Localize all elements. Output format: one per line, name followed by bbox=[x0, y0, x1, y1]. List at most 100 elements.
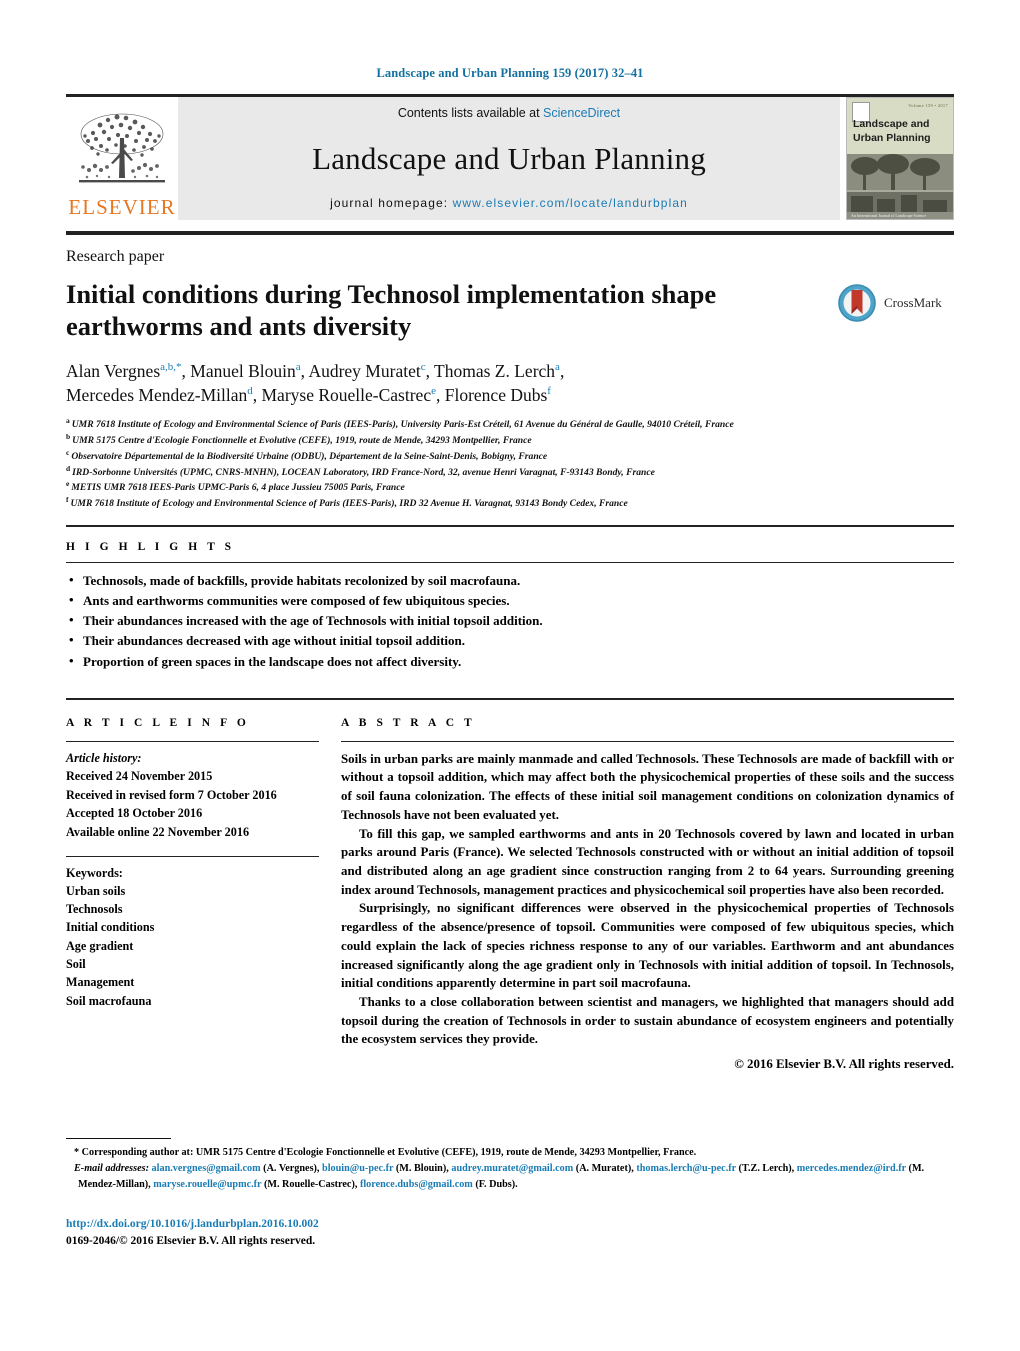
abstract-paragraph: Thanks to a close collaboration between … bbox=[341, 994, 954, 1047]
doi-block: http://dx.doi.org/10.1016/j.landurbplan.… bbox=[66, 1216, 319, 1251]
email-person: (M. Blouin), bbox=[395, 1163, 449, 1175]
affiliation-text: UMR 7618 Institute of Ecology and Enviro… bbox=[70, 498, 628, 510]
affiliation-mark: f bbox=[66, 495, 69, 505]
page-title: Initial conditions during Technosol impl… bbox=[66, 279, 717, 342]
footnote-separator-rule bbox=[66, 1138, 171, 1139]
email-link[interactable]: maryse.rouelle@upmc.fr bbox=[153, 1179, 261, 1190]
abstract-column: A B S T R A C T Soils in urban parks are… bbox=[341, 717, 954, 1074]
cover-photo-buildings: An International Journal of Landscape Sc… bbox=[847, 192, 953, 219]
cover-trees-illustration bbox=[847, 153, 953, 193]
abstract-copyright: © 2016 Elsevier B.V. All rights reserved… bbox=[734, 1057, 954, 1072]
article-info-heading: A R T I C L E I N F O bbox=[66, 716, 250, 729]
cover-top-band: Volume 159 • 2017 Landscape and Urban Pl… bbox=[847, 98, 953, 154]
homepage-prefix: journal homepage: bbox=[330, 196, 453, 210]
author-affiliation-marks: f bbox=[547, 385, 551, 398]
cover-title-line1: Landscape and bbox=[853, 118, 930, 130]
info-abstract-top-rule bbox=[66, 697, 954, 700]
email-person: (M. Rouelle-Castrec), bbox=[263, 1179, 358, 1191]
journal-cover-thumbnail[interactable]: Volume 159 • 2017 Landscape and Urban Pl… bbox=[846, 97, 954, 220]
affiliation-text: IRD-Sorbonne Universités (UPMC, CNRS-MNH… bbox=[72, 466, 655, 478]
elsevier-tree-icon bbox=[79, 113, 165, 183]
keyword-item: Management bbox=[66, 975, 135, 990]
abstract-paragraph: Surprisingly, no significant differences… bbox=[341, 901, 954, 991]
email-person: (A. Vergnes), bbox=[263, 1163, 320, 1175]
keyword-item: Age gradient bbox=[66, 938, 134, 953]
article-type-label: Research paper bbox=[66, 248, 165, 265]
author-name[interactable]: Mercedes Mendez-Millan bbox=[66, 385, 247, 405]
email-label: E-mail addresses: bbox=[74, 1163, 149, 1175]
abstract-paragraph: To fill this gap, we sampled earthworms … bbox=[341, 826, 954, 897]
email-link[interactable]: mercedes.mendez@ird.fr bbox=[797, 1163, 906, 1174]
running-head: Landscape and Urban Planning 159 (2017) … bbox=[376, 66, 644, 80]
article-history-item: Accepted 18 October 2016 bbox=[66, 806, 203, 821]
elsevier-logo: ELSEVIER bbox=[66, 97, 178, 220]
abstract-paragraph: Soils in urban parks are mainly manmade … bbox=[341, 751, 954, 822]
journal-article-first-page: Landscape and Urban Planning 159 (2017) … bbox=[0, 0, 1020, 1351]
keywords-label: Keywords: bbox=[66, 865, 123, 880]
author-name[interactable]: Maryse Rouelle-Castrec bbox=[262, 385, 432, 405]
affiliation-item: b UMR 5175 Centre d'Ecologie Fonctionnell… bbox=[66, 432, 954, 448]
highlights-top-rule bbox=[66, 525, 954, 528]
keyword-item: Initial conditions bbox=[66, 920, 155, 935]
contents-available-line: Contents lists available at ScienceDirec… bbox=[398, 106, 620, 120]
elsevier-wordmark: ELSEVIER bbox=[68, 195, 176, 219]
cover-title-line2: Urban Planning bbox=[853, 131, 931, 144]
author-name[interactable]: Manuel Blouin bbox=[190, 361, 295, 381]
affiliation-item: e METIS UMR 7618 IEES-Paris UPMC-Paris 6,… bbox=[66, 479, 954, 495]
affiliation-mark: e bbox=[66, 479, 70, 489]
author-name[interactable]: Alan Vergnes bbox=[66, 361, 160, 381]
title-top-rule bbox=[66, 231, 954, 235]
abstract-heading: A B S T R A C T bbox=[341, 716, 476, 729]
keyword-item: Technosols bbox=[66, 902, 123, 917]
cover-title: Landscape and Urban Planning bbox=[853, 118, 931, 145]
email-person: (T.Z. Lerch), bbox=[738, 1163, 795, 1175]
article-history-block: Article history: Received 24 November 20… bbox=[66, 742, 319, 842]
doi-link[interactable]: http://dx.doi.org/10.1016/j.landurbplan.… bbox=[66, 1216, 319, 1233]
author-affiliation-marks: e bbox=[431, 385, 436, 398]
keyword-item: Soil macrofauna bbox=[66, 993, 152, 1008]
email-link[interactable]: blouin@u-pec.fr bbox=[322, 1163, 393, 1174]
sciencedirect-link[interactable]: ScienceDirect bbox=[543, 106, 620, 120]
email-link[interactable]: thomas.lerch@u-pec.fr bbox=[636, 1163, 736, 1174]
author-affiliation-marks: a,b,* bbox=[160, 361, 182, 374]
abstract-body: Soils in urban parks are mainly manmade … bbox=[341, 742, 954, 1074]
affiliation-mark: a bbox=[66, 416, 70, 426]
article-history-item: Received 24 November 2015 bbox=[66, 769, 213, 784]
email-link[interactable]: florence.dubs@gmail.com bbox=[360, 1179, 473, 1190]
author-name[interactable]: Florence Dubs bbox=[445, 385, 548, 405]
highlights-list: Technosols, made of backfills, provide h… bbox=[66, 563, 954, 672]
list-item: Their abundances decreased with age with… bbox=[66, 630, 954, 651]
article-info-column: A R T I C L E I N F O Article history: R… bbox=[66, 717, 341, 1074]
author-name[interactable]: Audrey Muratet bbox=[308, 361, 420, 381]
list-item: Their abundances increased with the age … bbox=[66, 610, 954, 631]
email-person: (A. Muratet), bbox=[575, 1163, 634, 1175]
affiliation-list: a UMR 7618 Institute of Ecology and Envir… bbox=[66, 416, 954, 511]
email-link[interactable]: audrey.muratet@gmail.com bbox=[451, 1163, 573, 1174]
affiliation-text: Observatoire Départemental de la Biodive… bbox=[71, 451, 548, 463]
affiliation-text: METIS UMR 7618 IEES-Paris UPMC-Paris 6, … bbox=[71, 482, 405, 494]
affiliation-item: d IRD-Sorbonne Universités (UPMC, CNRS-MN… bbox=[66, 464, 954, 480]
article-history-label: Article history: bbox=[66, 750, 142, 765]
journal-homepage-line: journal homepage: www.elsevier.com/locat… bbox=[330, 196, 688, 210]
affiliation-mark: d bbox=[66, 463, 71, 473]
author-affiliation-marks: a bbox=[295, 361, 301, 374]
list-item: Technosols, made of backfills, provide h… bbox=[66, 570, 954, 591]
footnotes-block: * Corresponding author at: UMR 5175 Cent… bbox=[66, 1138, 954, 1193]
article-history-item: Received in revised form 7 October 2016 bbox=[66, 787, 277, 802]
journal-homepage-link[interactable]: www.elsevier.com/locate/landurbplan bbox=[453, 196, 688, 210]
crossmark-label: CrossMark bbox=[884, 295, 942, 310]
author-name[interactable]: Thomas Z. Lerch bbox=[434, 361, 555, 381]
keywords-block: Keywords: Urban soils Technosols Initial… bbox=[66, 857, 319, 1010]
affiliation-mark: b bbox=[66, 432, 71, 442]
corresponding-author-note: * Corresponding author at: UMR 5175 Cent… bbox=[74, 1147, 697, 1158]
affiliation-text: UMR 7618 Institute of Ecology and Enviro… bbox=[71, 419, 734, 431]
info-abstract-columns: A R T I C L E I N F O Article history: R… bbox=[66, 717, 954, 1074]
crossmark-badge[interactable]: CrossMark bbox=[836, 282, 954, 324]
affiliation-item: a UMR 7618 Institute of Ecology and Envir… bbox=[66, 416, 954, 432]
email-link[interactable]: alan.vergnes@gmail.com bbox=[152, 1163, 261, 1174]
cover-corner-note: Volume 159 • 2017 bbox=[908, 103, 948, 108]
author-affiliation-marks: a bbox=[555, 361, 560, 374]
highlights-heading: H I G H L I G H T S bbox=[66, 541, 235, 554]
author-affiliation-marks: c bbox=[420, 361, 426, 374]
contents-prefix: Contents lists available at bbox=[397, 106, 544, 120]
